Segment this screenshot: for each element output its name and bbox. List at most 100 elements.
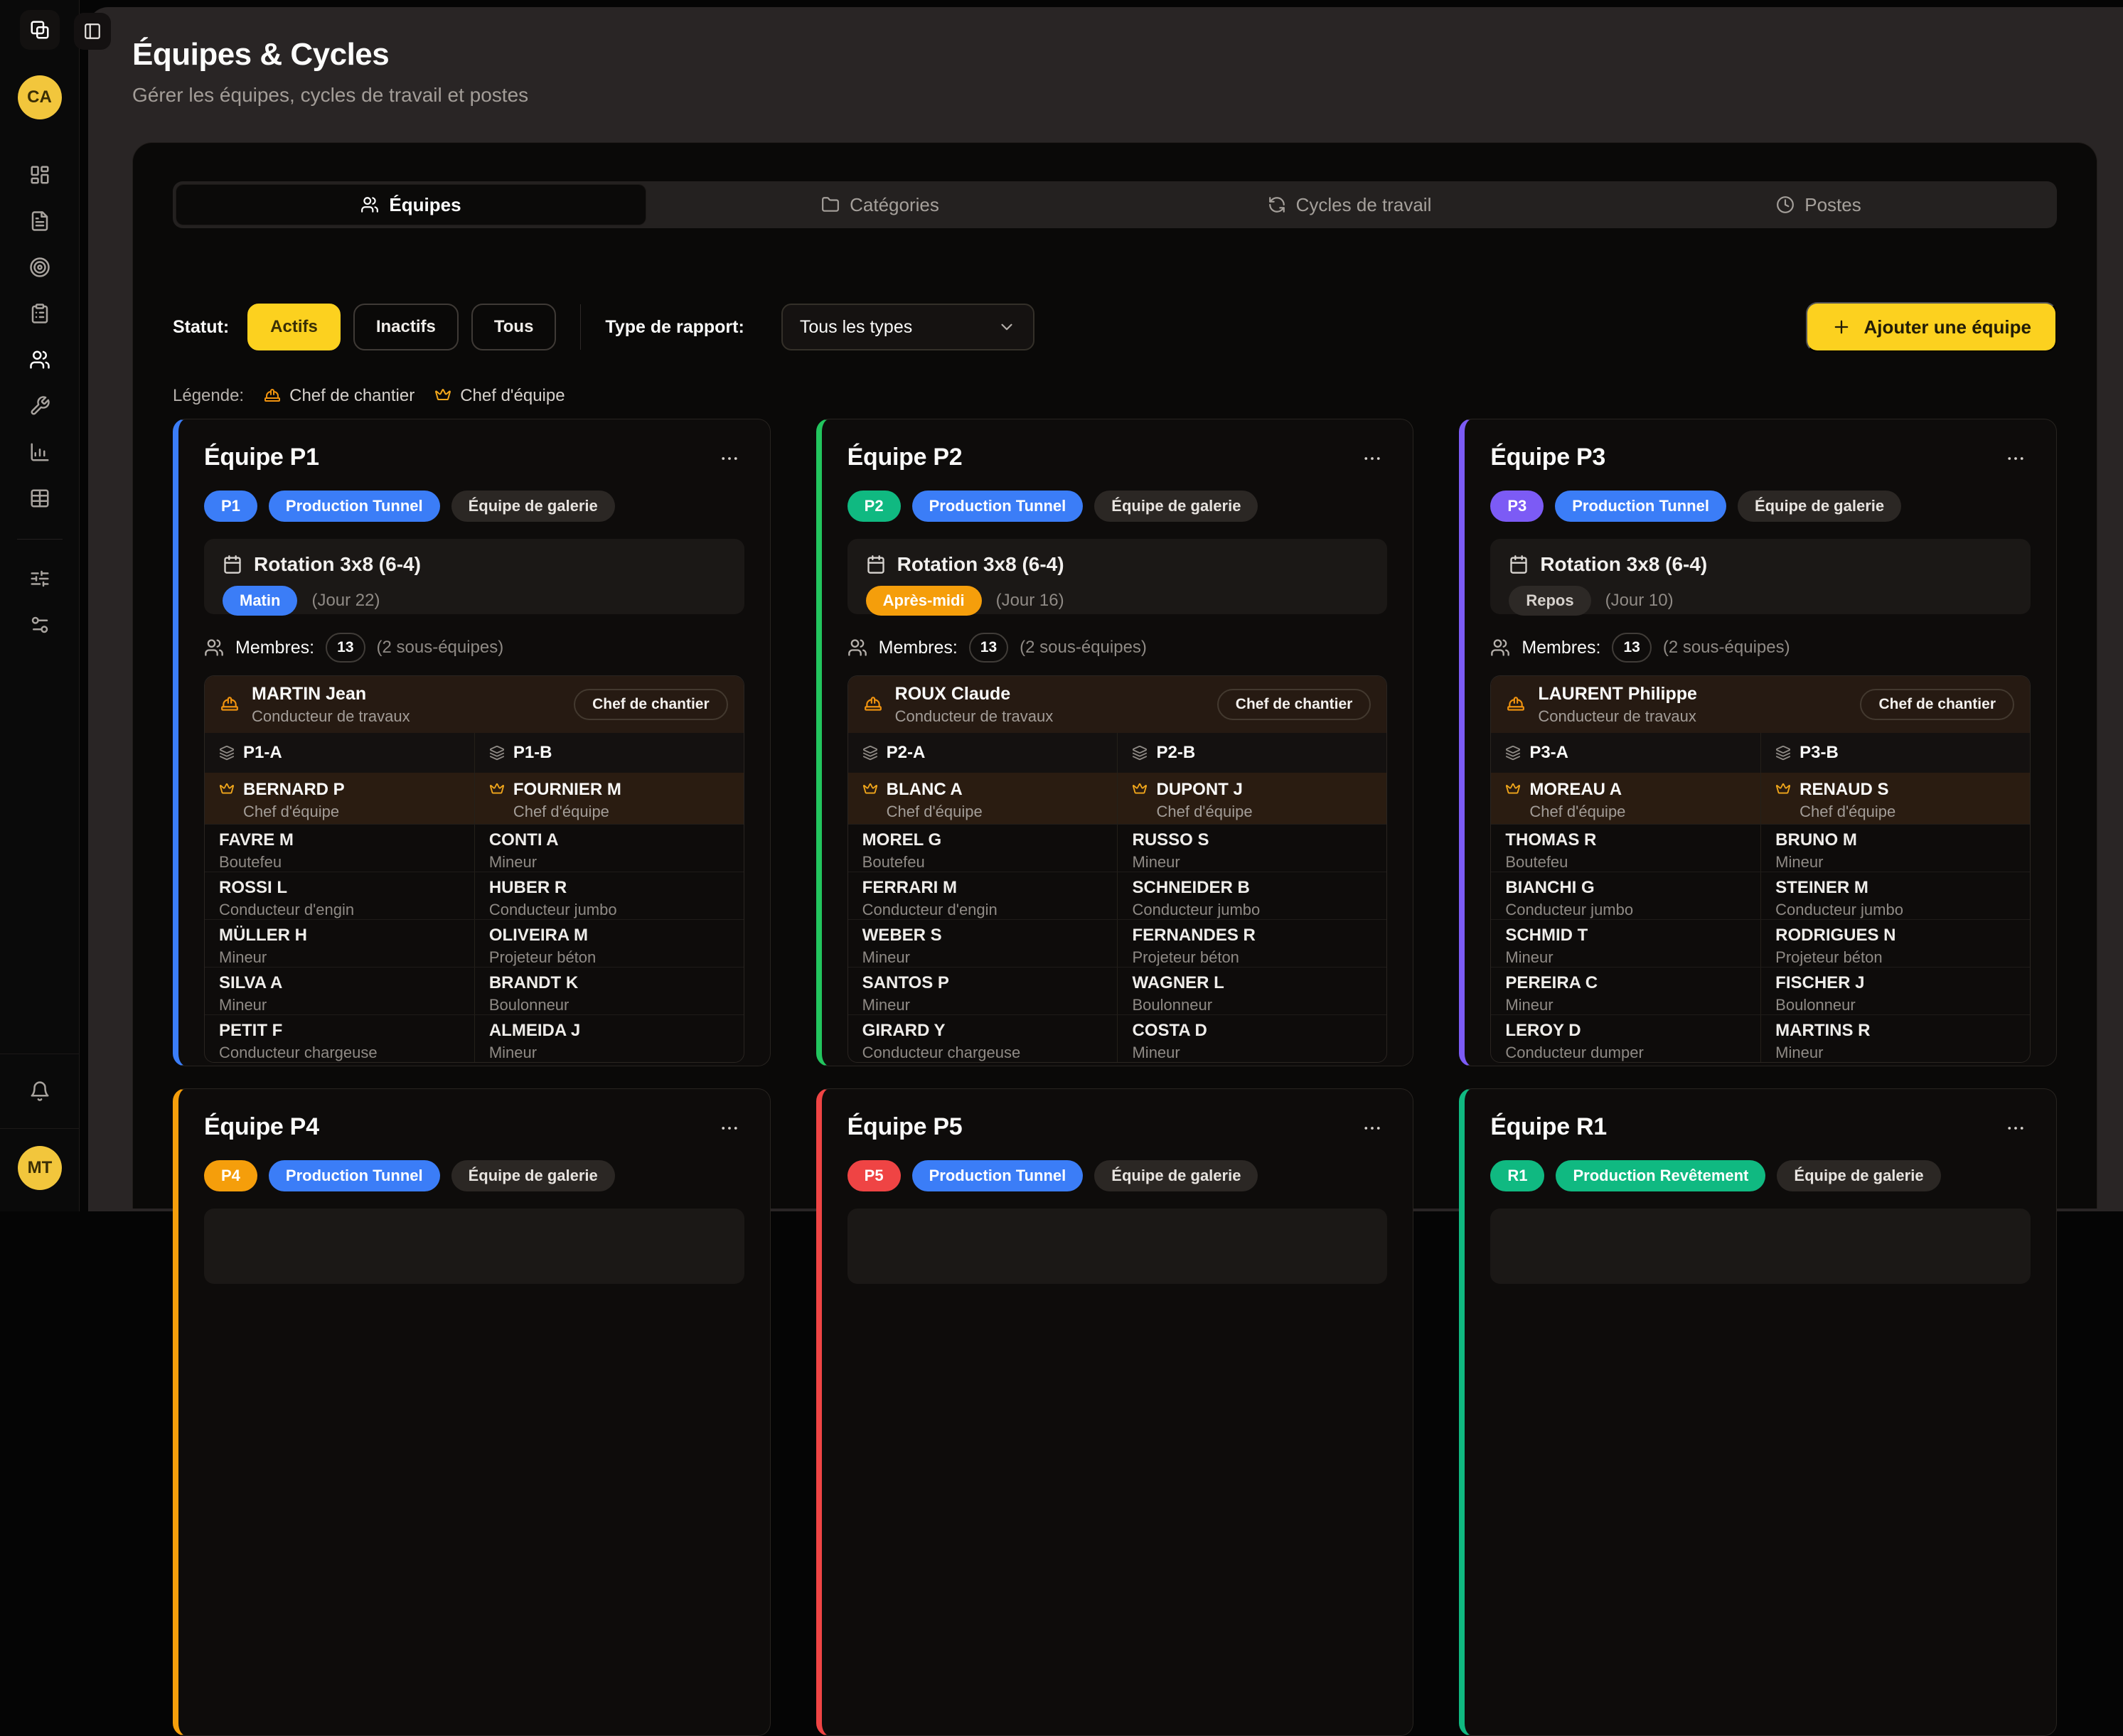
tab-postes[interactable]: Postes (1584, 185, 2053, 225)
tab-categories[interactable]: Catégories (646, 185, 1115, 225)
chief-badge: Chef de chantier (574, 689, 728, 720)
member-role: Boutefeu (862, 853, 1103, 872)
member-name: FERRARI M (862, 878, 1103, 898)
member-name: FAVRE M (219, 830, 460, 850)
team-name: Équipe P3 (1490, 444, 1605, 471)
members-table: MARTIN Jean Conducteur de travaux Chef d… (204, 675, 744, 1063)
report-type-label: Type de rapport: (605, 317, 744, 338)
member-name: BERNARD P (243, 780, 345, 800)
team-lead-row: MOREAU A Chef d'équipe RENAUD S Chef d'é… (1491, 773, 2030, 824)
sidebar-item-tasks[interactable] (24, 298, 55, 329)
team-badges: P1 Production Tunnel Équipe de galerie (204, 491, 744, 522)
crown-icon (1505, 782, 1521, 798)
report-type-select[interactable]: Tous les types (781, 304, 1034, 350)
chief-badge: Chef de chantier (1860, 689, 2014, 720)
member-cell: SANTOS P Mineur (848, 968, 1118, 1014)
member-name: FERNANDES R (1132, 926, 1372, 945)
member-role: Conducteur d'engin (219, 901, 460, 919)
member-role: Boulonneur (1775, 996, 2016, 1014)
member-name: WAGNER L (1132, 973, 1372, 993)
member-role: Projeteur béton (1775, 948, 2016, 967)
filter-actifs-button[interactable]: Actifs (247, 304, 341, 350)
team-type-badge: Équipe de galerie (1094, 491, 1258, 522)
member-name: STEINER M (1775, 878, 2016, 898)
team-category-badge: Production Tunnel (912, 491, 1084, 522)
member-cell: MÜLLER H Mineur (205, 920, 474, 967)
ellipsis-icon (719, 448, 740, 469)
member-name: MÜLLER H (219, 926, 460, 945)
filter-inactifs-button[interactable]: Inactifs (353, 304, 459, 350)
member-role: Chef d'équipe (513, 803, 729, 821)
team-menu-button[interactable] (2001, 1113, 2031, 1143)
team-category-badge: Production Revêtement (1556, 1160, 1765, 1191)
team-menu-button[interactable] (715, 1113, 744, 1143)
sliders-icon (29, 568, 50, 589)
chief-name: ROUX Claude (895, 684, 1054, 704)
subteam-header: P2-A (848, 733, 1118, 773)
notifications-button[interactable] (24, 1076, 55, 1107)
chart-icon (29, 441, 50, 463)
member-name: LEROY D (1505, 1021, 1746, 1041)
subteam-header-row: P3-A P3-B (1491, 733, 2030, 773)
sidebar-item-tables[interactable] (24, 483, 55, 514)
sidebar-item-reports[interactable] (24, 436, 55, 468)
status-label: Statut: (173, 317, 229, 338)
wrench-icon (29, 395, 50, 417)
member-role: Conducteur chargeuse (219, 1044, 460, 1062)
member-name: HUBER R (489, 878, 729, 898)
subteam-header: P2-B (1117, 733, 1386, 773)
subteam-name: P1-A (243, 743, 282, 763)
member-cell: BRANDT K Boulonneur (474, 968, 744, 1014)
member-cell: HUBER R Conducteur jumbo (474, 872, 744, 919)
members-summary: Membres: 13 (2 sous-équipes) (204, 633, 744, 663)
sidebar-item-targets[interactable] (24, 252, 55, 283)
sidebar-item-equipment[interactable] (24, 390, 55, 422)
rotation-label: Rotation 3x8 (6-4) (1540, 553, 1707, 576)
shift-badge: Après-midi (866, 586, 982, 616)
ellipsis-icon (719, 1118, 740, 1139)
crown-icon (434, 387, 451, 404)
member-role: Mineur (1132, 853, 1372, 872)
member-cell: BIANCHI G Conducteur jumbo (1491, 872, 1760, 919)
member-name: BIANCHI G (1505, 878, 1746, 898)
member-name: CONTI A (489, 830, 729, 850)
users-icon (204, 638, 224, 658)
logo-icon (29, 19, 50, 41)
members-summary: Membres: 13 (2 sous-équipes) (1490, 633, 2031, 663)
member-role: Conducteur jumbo (1132, 901, 1372, 919)
chief-role: Conducteur de travaux (1538, 707, 1697, 726)
app-logo[interactable] (20, 10, 60, 50)
dashboard-icon (29, 164, 50, 186)
crown-icon (1775, 782, 1791, 798)
sidebar-divider (17, 539, 63, 540)
add-team-button[interactable]: Ajouter une équipe (1806, 302, 2057, 352)
sidebar-item-settings[interactable] (24, 609, 55, 641)
team-menu-button[interactable] (2001, 444, 2031, 473)
member-name: ROSSI L (219, 878, 460, 898)
tab-cycles-de-travail[interactable]: Cycles de travail (1115, 185, 1584, 225)
member-row: PEREIRA C Mineur FISCHER J Boulonneur (1491, 967, 2030, 1014)
sidebar-item-preferences[interactable] (24, 563, 55, 594)
users-icon (1490, 638, 1510, 658)
member-name: SILVA A (219, 973, 460, 993)
sidebar-item-dashboard[interactable] (24, 159, 55, 191)
subteam-header: P3-A (1491, 733, 1760, 773)
sidebar-toggle-button[interactable] (74, 13, 111, 50)
avatar-bottom[interactable]: MT (18, 1146, 62, 1190)
tab-equipes[interactable]: Équipes (176, 185, 646, 225)
sidebar-item-documents[interactable] (24, 205, 55, 237)
team-menu-button[interactable] (1357, 444, 1387, 473)
member-name: MOREL G (862, 830, 1103, 850)
team-type-badge: Équipe de galerie (451, 1160, 615, 1191)
team-type-badge: Équipe de galerie (451, 491, 615, 522)
member-row: SANTOS P Mineur WAGNER L Boulonneur (848, 967, 1387, 1014)
page-header: Équipes & Cycles Gérer les équipes, cycl… (88, 7, 2123, 107)
sidebar-item-teams[interactable] (24, 344, 55, 375)
members-table: ROUX Claude Conducteur de travaux Chef d… (847, 675, 1388, 1063)
team-menu-button[interactable] (715, 444, 744, 473)
member-cell: SCHMID T Mineur (1491, 920, 1760, 967)
team-menu-button[interactable] (1357, 1113, 1387, 1143)
filter-tous-button[interactable]: Tous (471, 304, 557, 350)
subteam-name: P3-A (1529, 743, 1568, 763)
avatar-top[interactable]: CA (18, 75, 62, 119)
